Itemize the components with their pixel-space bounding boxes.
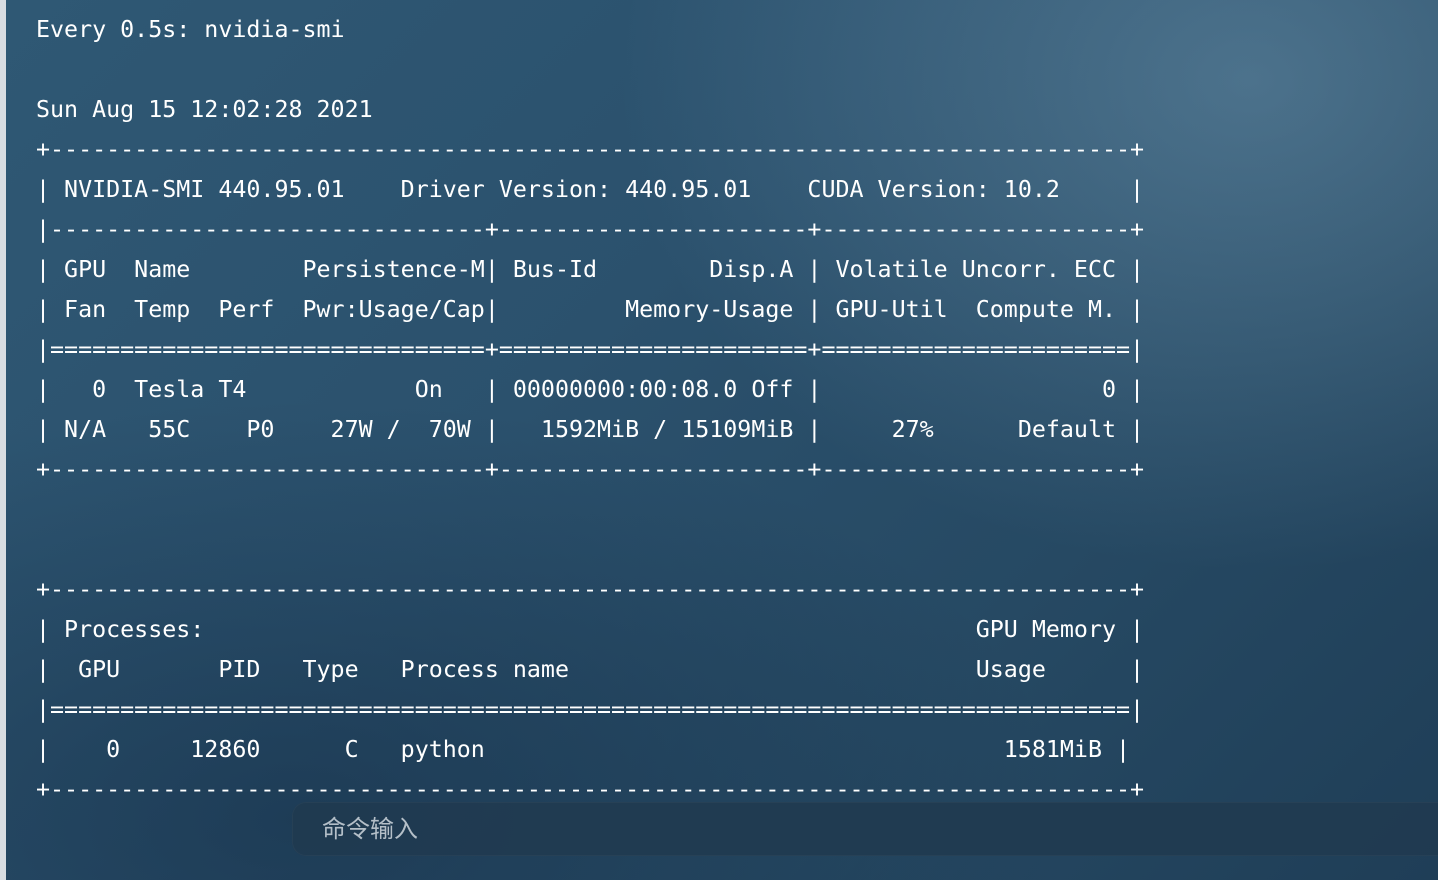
gpu-table-header-1: | GPU Name Persistence-M| Bus-Id Disp.A … [36, 256, 1145, 283]
process-table-header-1: | Processes: GPU Memory | [36, 616, 1145, 643]
timestamp: Sun Aug 15 12:02:28 2021 [36, 96, 373, 123]
process-table-border-top: +---------------------------------------… [36, 576, 1145, 603]
terminal-window: Every 0.5s: nvidia-smi Sun Aug 15 12:02:2… [0, 0, 1438, 880]
table-border-top: +---------------------------------------… [36, 136, 1145, 163]
command-input[interactable] [322, 810, 1422, 848]
process-table-header-2: | GPU PID Type Process name Usage | [36, 656, 1145, 683]
gpu-row-1: | 0 Tesla T4 On | 00000000:00:08.0 Off |… [36, 376, 1145, 403]
gpu-row-2: | N/A 55C P0 27W / 70W | 1592MiB / 15109… [36, 416, 1145, 443]
gpu-table-header-2: | Fan Temp Perf Pwr:Usage/Cap| Memory-Us… [36, 296, 1145, 323]
watch-header: Every 0.5s: nvidia-smi [36, 16, 345, 43]
window-left-border [0, 0, 6, 880]
version-row: | NVIDIA-SMI 440.95.01 Driver Version: 4… [36, 176, 1145, 203]
gpu-table-double-separator: |===============================+=======… [36, 336, 1145, 363]
gpu-table-separator: |-------------------------------+-------… [36, 216, 1145, 243]
process-table-double-separator: |=======================================… [36, 696, 1145, 723]
terminal-output: Every 0.5s: nvidia-smi Sun Aug 15 12:02:2… [36, 10, 1144, 810]
gpu-table-border-bottom: +-------------------------------+-------… [36, 456, 1145, 483]
command-input-bar[interactable] [292, 802, 1438, 856]
process-row: | 0 12860 C python 1581MiB | [36, 736, 1131, 763]
